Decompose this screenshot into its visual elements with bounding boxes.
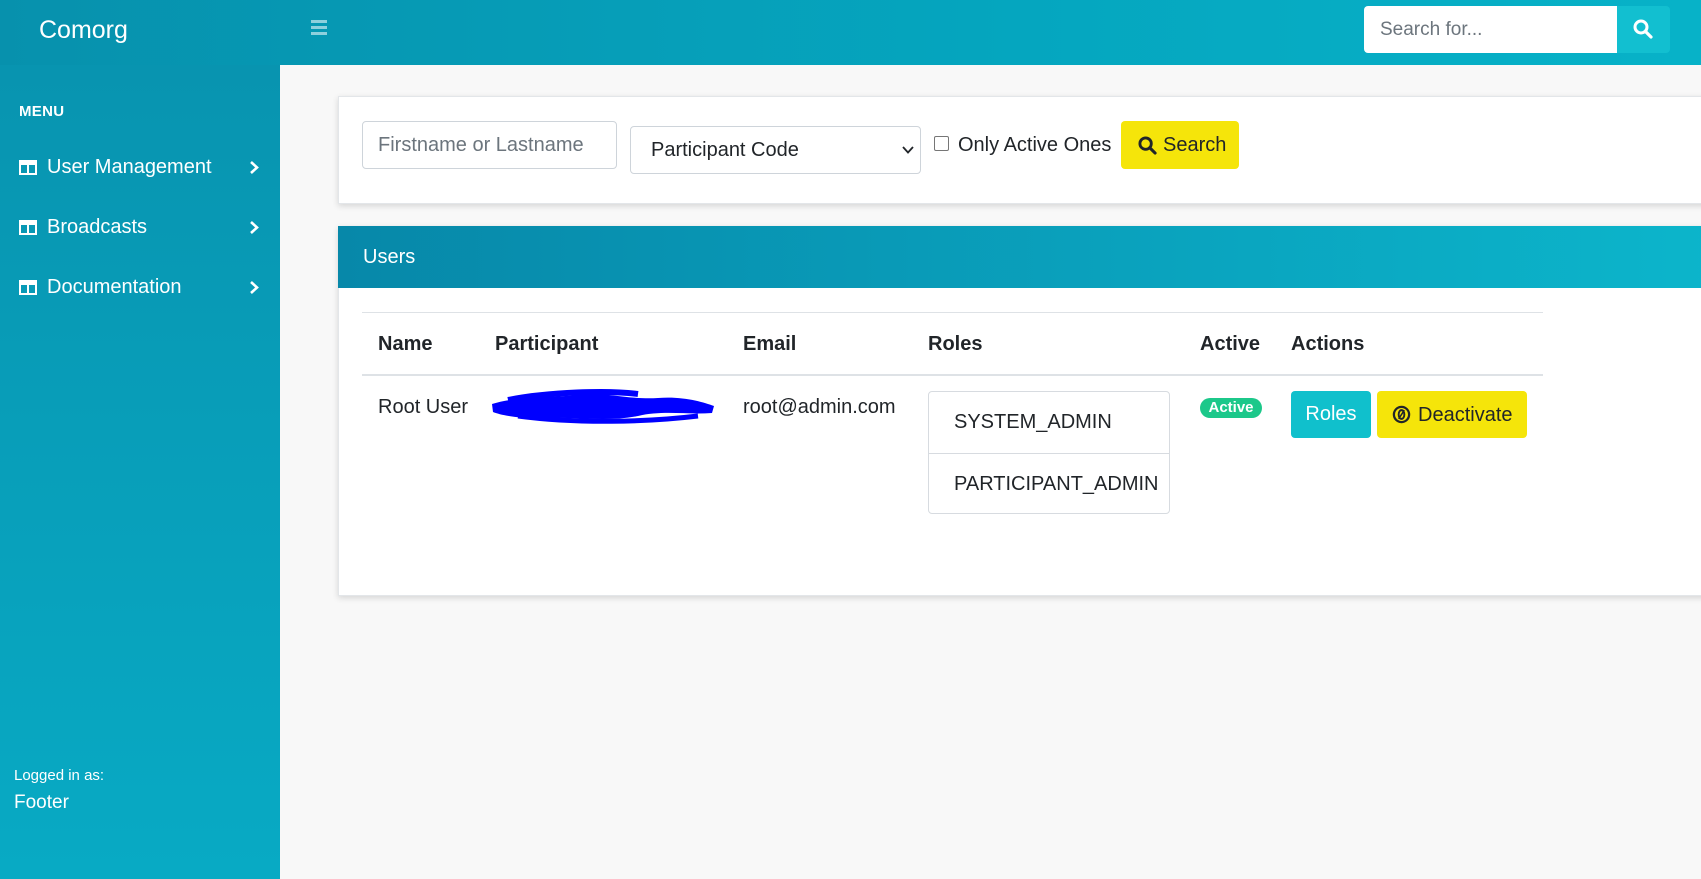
- search-button[interactable]: Search: [1121, 121, 1239, 169]
- table-icon: [19, 220, 37, 235]
- table-top-border: [362, 312, 1543, 313]
- table-icon: [19, 280, 37, 295]
- brand-logo[interactable]: Comorg: [39, 16, 128, 45]
- sidebar-item-broadcasts[interactable]: Broadcasts: [0, 205, 280, 251]
- logged-in-label: Logged in as:: [14, 767, 105, 784]
- roles-list: SYSTEM_ADMIN PARTICIPANT_ADMIN: [928, 391, 1170, 514]
- only-active-label[interactable]: Only Active Ones: [958, 134, 1111, 157]
- participant-code-select[interactable]: Participant Code: [630, 126, 921, 174]
- role-list-item: SYSTEM_ADMIN: [929, 392, 1169, 453]
- chevron-right-icon: [250, 281, 259, 294]
- deactivate-button-label: Deactivate: [1418, 404, 1513, 426]
- ban-icon: [1392, 405, 1411, 424]
- users-card-header: [338, 226, 1701, 288]
- role-label: PARTICIPANT_ADMIN: [954, 473, 1159, 495]
- role-list-item: PARTICIPANT_ADMIN: [929, 453, 1169, 514]
- user-name-cell: Root User: [378, 396, 469, 418]
- search-icon: [1633, 19, 1653, 39]
- sidebar-footer: Footer: [14, 792, 69, 813]
- column-header-name: Name: [378, 333, 433, 355]
- name-filter-input[interactable]: [362, 121, 617, 169]
- sidebar-item-label: Documentation: [47, 276, 182, 298]
- search-button-label: Search: [1163, 134, 1227, 156]
- menu-heading: MENU: [19, 103, 65, 120]
- column-header-email: Email: [743, 333, 797, 355]
- table-header-border: [362, 374, 1543, 376]
- users-card-title: Users: [363, 246, 416, 268]
- chevron-right-icon: [250, 221, 259, 234]
- participant-redacted-scribble: [492, 389, 714, 424]
- column-header-actions: Actions: [1291, 333, 1365, 355]
- top-search-input[interactable]: [1364, 6, 1617, 53]
- search-icon: [1138, 136, 1157, 155]
- column-header-roles: Roles: [928, 333, 983, 355]
- participant-code-select-value: Participant Code: [651, 139, 799, 161]
- sidebar-item-label: Broadcasts: [47, 216, 148, 238]
- only-active-checkbox[interactable]: [934, 136, 949, 151]
- role-label: SYSTEM_ADMIN: [954, 411, 1112, 433]
- roles-button[interactable]: Roles: [1291, 391, 1371, 438]
- column-header-active: Active: [1200, 333, 1261, 355]
- table-icon: [19, 160, 37, 175]
- sidebar-item-label: User Management: [47, 156, 212, 178]
- sidebar-toggle-icon[interactable]: [311, 20, 327, 35]
- chevron-right-icon: [250, 161, 259, 174]
- deactivate-button[interactable]: Deactivate: [1377, 391, 1527, 438]
- top-search-button[interactable]: [1617, 6, 1670, 53]
- sidebar-item-documentation[interactable]: Documentation: [0, 265, 280, 311]
- sidebar: MENU User Management Broadcasts Document…: [0, 65, 280, 879]
- column-header-participant: Participant: [495, 333, 599, 355]
- sidebar-item-user-management[interactable]: User Management: [0, 145, 280, 191]
- chevron-down-icon: [902, 146, 914, 154]
- status-badge: Active: [1200, 398, 1262, 418]
- user-email-cell: root@admin.com: [743, 396, 896, 418]
